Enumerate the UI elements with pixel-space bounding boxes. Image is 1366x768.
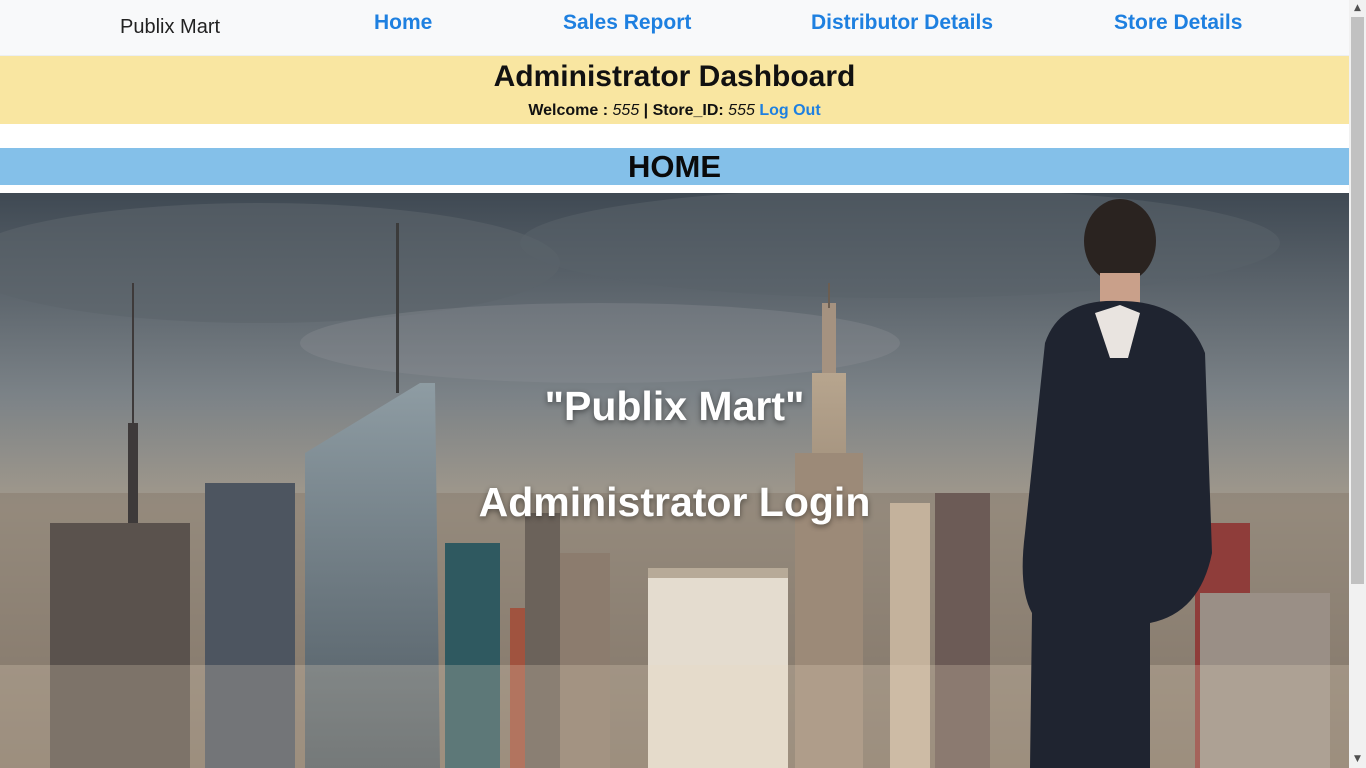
- nav-link-distributor-details[interactable]: Distributor Details: [811, 11, 993, 35]
- nav-link-home[interactable]: Home: [374, 11, 432, 35]
- down-arrow-icon[interactable]: ▼: [1349, 751, 1366, 768]
- nav-link-store-details[interactable]: Store Details: [1114, 11, 1242, 35]
- hero-heading-brand: "Publix Mart": [544, 383, 805, 429]
- hero-heading-login: Administrator Login: [478, 479, 871, 525]
- nav-link-sales-report[interactable]: Sales Report: [563, 11, 691, 35]
- section-title-bar: HOME: [0, 148, 1349, 185]
- section-title: HOME: [628, 149, 721, 184]
- vertical-scrollbar[interactable]: ▲ ▼: [1349, 0, 1366, 768]
- separator: |: [639, 102, 653, 119]
- scrollbar-thumb[interactable]: [1351, 17, 1364, 584]
- dashboard-title: Administrator Dashboard: [493, 60, 856, 93]
- logout-link[interactable]: Log Out: [759, 102, 820, 119]
- up-arrow-icon[interactable]: ▲: [1349, 0, 1366, 17]
- hero-banner: "Publix Mart" Administrator Login: [0, 193, 1349, 768]
- page-viewport: Publix Mart Home Sales Report Distributo…: [0, 0, 1349, 768]
- dashboard-header: Administrator Dashboard Welcome : 555 | …: [0, 56, 1349, 124]
- user-id-value: 555: [612, 102, 640, 119]
- welcome-line: Welcome : 555 | Store_ID: 555 Log Out: [0, 101, 1349, 121]
- brand-link[interactable]: Publix Mart: [120, 16, 220, 39]
- store-id-label: Store_ID:: [652, 102, 729, 119]
- store-id-value: 555: [728, 102, 755, 119]
- top-navbar: Publix Mart Home Sales Report Distributo…: [0, 0, 1349, 56]
- welcome-label: Welcome :: [528, 102, 613, 119]
